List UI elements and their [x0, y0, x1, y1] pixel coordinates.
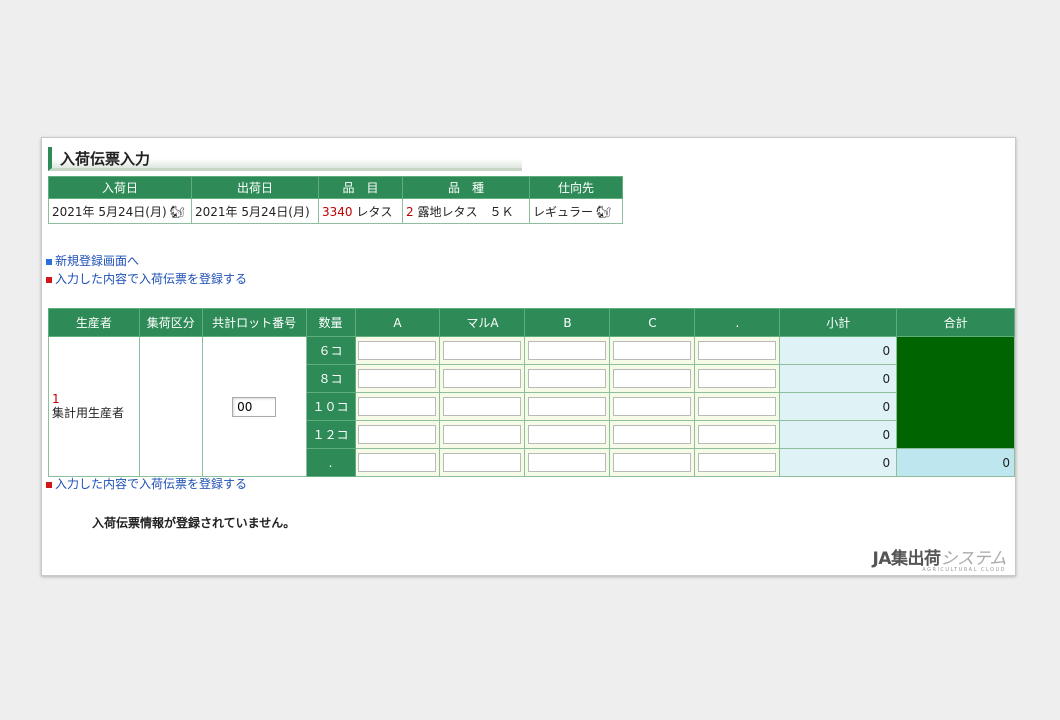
lot-number-input[interactable] — [232, 396, 277, 417]
item-code: 3340 — [322, 204, 353, 219]
destination-value: レギュラー — [533, 204, 594, 219]
col-item: 品 目 — [318, 176, 403, 199]
arrival-date-cell[interactable]: 2021年 5月24日(月) 🐿 — [48, 198, 192, 224]
grade-dot-input[interactable] — [698, 453, 777, 472]
producer-name: 集計用生産者 — [52, 405, 125, 420]
grade-c-input[interactable] — [613, 397, 692, 416]
grade-maru-a-input[interactable] — [443, 369, 522, 388]
qty-label: １０コ — [305, 392, 356, 421]
col-arrival-date: 入荷日 — [48, 176, 192, 199]
col-quantity: 数量 — [305, 308, 356, 337]
grade-a-input[interactable] — [358, 397, 437, 416]
page-title-bar: 入荷伝票入力 — [48, 147, 522, 171]
subtotal-cell: 0 — [779, 392, 898, 421]
red-square-bullet-icon — [46, 276, 52, 283]
col-b: B — [524, 308, 611, 337]
col-dot: . — [694, 308, 781, 337]
qty-label: ８コ — [305, 364, 356, 393]
destination-cell[interactable]: レギュラー 🐿 — [529, 198, 623, 224]
col-maru-a: マルA — [439, 308, 526, 337]
red-square-bullet-icon — [46, 481, 52, 488]
quantity-grid: 生産者 集荷区分 共計ロット番号 数量 A マルA B C . 小計 合計 1 … — [48, 308, 1015, 477]
item-name: レタス — [356, 204, 393, 219]
shipping-date-value: 2021年 5月24日(月) — [195, 204, 310, 219]
grade-b-input[interactable] — [528, 425, 607, 444]
grade-c-input[interactable] — [613, 369, 692, 388]
header-info-table: 入荷日 出荷日 品 目 品 種 仕向先 2021年 5月24日(月) 🐿 2021… — [48, 176, 623, 224]
logo-suffix: システム — [940, 549, 1007, 569]
grade-maru-a-input[interactable] — [443, 425, 522, 444]
grand-total-cell: 0 — [896, 448, 1015, 477]
col-destination: 仕向先 — [529, 176, 623, 199]
grade-c-input[interactable] — [613, 453, 692, 472]
variety-code: 2 — [406, 204, 414, 219]
page-title: 入荷伝票入力 — [60, 150, 151, 168]
subtotal-cell: 0 — [779, 364, 898, 393]
new-registration-link[interactable]: 新規登録画面へ — [46, 252, 247, 270]
subtotal-cell: 0 — [779, 420, 898, 449]
grade-maru-a-input[interactable] — [443, 341, 522, 360]
qty-label: . — [305, 448, 356, 477]
col-variety: 品 種 — [402, 176, 530, 199]
logo-brand: JA集出荷 — [872, 549, 941, 569]
no-records-message: 入荷伝票情報が登録されていません。 — [92, 516, 296, 530]
collection-class-cell — [138, 336, 203, 477]
subtotal-cell: 0 — [779, 448, 898, 477]
table-row: 1 集計用生産者 ６コ 0 — [48, 336, 1015, 477]
item-cell: 3340 レタス — [318, 198, 403, 224]
col-a: A — [354, 308, 441, 337]
grade-a-input[interactable] — [358, 341, 437, 360]
col-collection-class: 集荷区分 — [138, 308, 203, 337]
grade-a-input[interactable] — [358, 425, 437, 444]
grade-b-input[interactable] — [528, 453, 607, 472]
variety-cell: 2 露地レタス ５Ｋ — [402, 198, 530, 224]
grade-b-input[interactable] — [528, 397, 607, 416]
grade-maru-a-input[interactable] — [443, 453, 522, 472]
system-logo: JA集出荷システム AGRICULTURAL CLOUD — [872, 544, 1007, 573]
grade-c-input[interactable] — [613, 425, 692, 444]
col-producer: 生産者 — [48, 308, 140, 337]
lot-number-cell — [201, 336, 307, 477]
shipping-date-cell: 2021年 5月24日(月) — [191, 198, 319, 224]
grade-b-input[interactable] — [528, 341, 607, 360]
col-lot-number: 共計ロット番号 — [201, 308, 307, 337]
subtotal-cell: 0 — [779, 336, 898, 365]
qty-label: ６コ — [305, 336, 356, 365]
grade-c-input[interactable] — [613, 341, 692, 360]
producer-cell: 1 集計用生産者 — [48, 336, 140, 477]
squirrel-icon[interactable]: 🐿 — [170, 205, 185, 219]
grade-dot-input[interactable] — [698, 369, 777, 388]
col-c: C — [609, 308, 696, 337]
producer-number: 1 — [52, 391, 60, 406]
grade-maru-a-input[interactable] — [443, 397, 522, 416]
col-shipping-date: 出荷日 — [191, 176, 319, 199]
grade-dot-input[interactable] — [698, 425, 777, 444]
col-subtotal: 小計 — [779, 308, 898, 337]
action-links: 新規登録画面へ 入力した内容で入荷伝票を登録する — [46, 252, 247, 288]
blue-square-bullet-icon — [46, 258, 52, 265]
qty-label: １２コ — [305, 420, 356, 449]
register-slip-link-top[interactable]: 入力した内容で入荷伝票を登録する — [46, 270, 247, 288]
squirrel-icon[interactable]: 🐿 — [596, 205, 611, 219]
variety-name: 露地レタス ５Ｋ — [417, 204, 514, 219]
grade-dot-input[interactable] — [698, 341, 777, 360]
grade-b-input[interactable] — [528, 369, 607, 388]
register-slip-link-bottom[interactable]: 入力した内容で入荷伝票を登録する — [46, 475, 247, 493]
col-total: 合計 — [896, 308, 1015, 337]
arrival-date-value: 2021年 5月24日(月) — [52, 204, 167, 219]
total-dark-cell — [896, 336, 1015, 449]
grade-a-input[interactable] — [358, 369, 437, 388]
grade-dot-input[interactable] — [698, 397, 777, 416]
entry-panel: 入荷伝票入力 入荷日 出荷日 品 目 品 種 仕向先 2021年 5月24日(月… — [41, 137, 1016, 576]
grade-a-input[interactable] — [358, 453, 437, 472]
